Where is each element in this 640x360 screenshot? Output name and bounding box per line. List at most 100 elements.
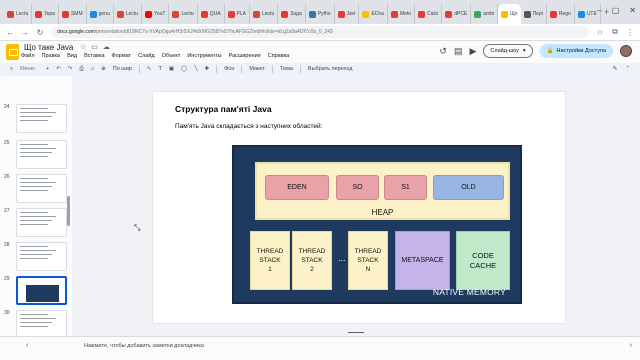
thumbnail-text-line [20, 116, 52, 117]
menu-item[interactable]: Формат [112, 53, 132, 59]
menu-item[interactable]: Слайд [138, 53, 155, 59]
speaker-notes-placeholder[interactable]: Нажмите, чтобы добавить заметки докладчи… [84, 343, 204, 349]
image-icon[interactable]: ▣ [169, 66, 174, 72]
tab-favicon-icon [362, 10, 370, 18]
line-icon[interactable]: ╲ [194, 66, 197, 72]
transition-button[interactable]: Выбрать переход [308, 66, 353, 72]
toolbar-divider [299, 65, 301, 73]
slides-logo-icon[interactable] [6, 44, 19, 60]
shape-icon[interactable]: ◯ [181, 66, 187, 72]
browser-tab[interactable]: genu [87, 4, 114, 24]
back-icon[interactable]: ← [6, 28, 14, 37]
browser-tab[interactable]: Pytho [306, 4, 335, 24]
tab-favicon-icon [390, 10, 398, 18]
select-tool-icon[interactable]: ↖ [147, 66, 152, 72]
browser-tab[interactable]: Meto [388, 4, 416, 24]
background-button[interactable]: Фон [224, 66, 234, 72]
search-menus-icon[interactable]: ⌕ [10, 66, 13, 73]
browser-tab[interactable]: Lectu [4, 4, 33, 24]
close-window-button[interactable]: ✕ [629, 6, 636, 15]
speaker-notes[interactable]: ‹ Нажмите, чтобы добавить заметки доклад… [0, 332, 640, 360]
meet-icon[interactable]: ▶ [469, 46, 476, 57]
menu-item[interactable]: Расширения [229, 53, 261, 59]
redo-icon[interactable]: ↷ [68, 66, 73, 72]
browser-tab[interactable]: dPCE [442, 4, 472, 24]
slideshow-button[interactable]: Слайд-шоу ▾ [483, 44, 533, 58]
menu-item[interactable]: Объект [162, 53, 181, 59]
browser-tab[interactable]: Lectu [114, 4, 142, 24]
menu-item[interactable]: Файл [21, 53, 35, 59]
new-slide-icon[interactable]: + [46, 66, 49, 72]
maximize-button[interactable]: ▢ [612, 6, 620, 15]
browser-tab[interactable]: ambi [471, 4, 499, 24]
document-title[interactable]: Що таке Java [24, 43, 73, 52]
cloud-status-icon[interactable]: ☁ [103, 43, 110, 51]
browser-menu-icon[interactable]: ⋮ [626, 28, 634, 37]
share-button[interactable]: 🔒 Настройки Доступа [539, 44, 613, 58]
collapse-toolbar-icon[interactable]: ⌃ [625, 66, 630, 72]
slide-thumbnail[interactable] [16, 104, 67, 133]
browser-tab[interactable]: Rego [547, 4, 575, 24]
slideshow-label: Слайд-шоу [490, 48, 519, 54]
slide-thumbnail[interactable] [16, 276, 67, 305]
move-folder-icon[interactable]: ▭ [91, 43, 98, 51]
zoom-icon[interactable]: ⊕ [101, 66, 106, 72]
notes-resize-handle[interactable] [348, 332, 364, 333]
chevron-down-icon[interactable]: ▾ [523, 48, 526, 54]
text-box-icon[interactable]: T [158, 66, 161, 72]
layout-button[interactable]: Макет [249, 66, 265, 72]
slide-canvas[interactable]: Структура пам'яті Java Пам'ять Java скла… [153, 92, 565, 323]
browser-tab[interactable]: ECha [359, 4, 388, 24]
forward-icon[interactable]: → [21, 28, 29, 37]
slide-thumbnail[interactable] [16, 208, 67, 237]
comment-add-icon[interactable]: ✚ [205, 66, 210, 72]
star-icon[interactable]: ☆ [80, 43, 86, 51]
browser-tab[interactable]: PLA [225, 4, 250, 24]
slide-thumbnail[interactable] [16, 242, 67, 271]
expand-panel-icon[interactable]: › [630, 342, 632, 349]
browser-tab[interactable]: Javi [335, 4, 360, 24]
menu-item[interactable]: Вид [67, 53, 77, 59]
search-menus-input[interactable]: Меню [20, 66, 35, 72]
comments-icon[interactable]: ▤ [454, 46, 463, 57]
menu-item[interactable]: Справка [268, 53, 290, 59]
bookmark-star-icon[interactable]: ☆ [596, 28, 604, 37]
menu-item[interactable]: Вставка [84, 53, 104, 59]
browser-tab[interactable]: Зада [278, 4, 306, 24]
undo-icon[interactable]: ↶ [56, 66, 61, 72]
memory-diagram[interactable]: EDEN SO S1 OLD HEAP THREAD STACK 1 THREA… [232, 145, 522, 304]
menu-item[interactable]: Правка [42, 53, 61, 59]
slide-thumbnail[interactable] [16, 310, 67, 336]
pen-icon[interactable]: ✎ [613, 66, 618, 72]
filmstrip-scrollbar[interactable] [67, 196, 70, 226]
browser-tab[interactable]: Calci [415, 4, 443, 24]
account-avatar[interactable] [620, 45, 632, 57]
browser-tab[interactable]: YouT [142, 4, 170, 24]
reload-icon[interactable]: ↻ [36, 28, 44, 37]
browser-tab[interactable]: Lectu [250, 4, 279, 24]
slide-thumbnail[interactable] [16, 174, 67, 203]
menu-item[interactable]: Инструменты [187, 53, 221, 59]
url-input[interactable]: docs.google.com/presentation/d/19NC7o-XV… [51, 26, 589, 38]
browser-tab[interactable]: Пері [521, 4, 547, 24]
slide-body-text[interactable]: Пам'ять Java складається з наступних обл… [175, 123, 322, 130]
browser-tab[interactable]: Lectu [169, 4, 198, 24]
thread-stack-n: THREAD STACK N [348, 231, 388, 290]
browser-tab[interactable]: QUA [198, 4, 225, 24]
theme-button[interactable]: Тема [280, 66, 293, 72]
toolbar-divider [216, 65, 218, 73]
browser-tab-bar: Lectu Укра SMM genu Lectu YouT Lectu QUA PLA Lect… [0, 0, 640, 24]
zoom-select[interactable]: По шир [113, 66, 132, 72]
print-icon[interactable]: ⎙ [79, 66, 83, 73]
slide-thumbnail[interactable] [16, 140, 67, 169]
browser-tab[interactable]: Укра [32, 4, 59, 24]
browser-tab[interactable]: SMM [59, 4, 87, 24]
menu-bar: Файл Правка Вид Вставка Формат Слайд Объект Инс… [21, 53, 289, 59]
version-history-icon[interactable]: ↺ [439, 46, 447, 57]
minimize-button[interactable]: – [597, 6, 601, 15]
collapse-panel-icon[interactable]: ‹ [26, 342, 28, 349]
slide-title[interactable]: Структура пам'яті Java [175, 104, 272, 114]
paint-format-icon[interactable]: ⌂ [91, 66, 94, 72]
browser-tab[interactable]: Що [498, 4, 521, 24]
extensions-icon[interactable]: ⧉ [611, 27, 619, 37]
